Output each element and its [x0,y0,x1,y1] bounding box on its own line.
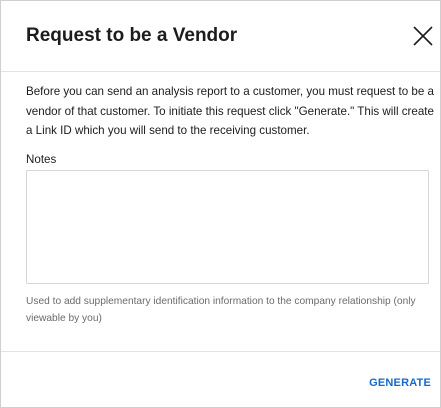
footer-divider [1,351,440,352]
close-icon [413,26,433,46]
dialog-description: Before you can send an analysis report t… [26,85,434,137]
dialog-title: Request to be a Vendor [26,25,238,46]
generate-button[interactable]: GENERATE [347,369,431,397]
close-button[interactable] [412,25,434,47]
request-vendor-dialog: Request to be a Vendor Before you can se… [0,0,441,408]
notes-label: Notes [26,153,57,166]
notes-helper-text: Used to add supplementary identification… [26,296,416,324]
dialog-header: Request to be a Vendor [1,1,440,72]
notes-textarea[interactable] [26,170,429,284]
